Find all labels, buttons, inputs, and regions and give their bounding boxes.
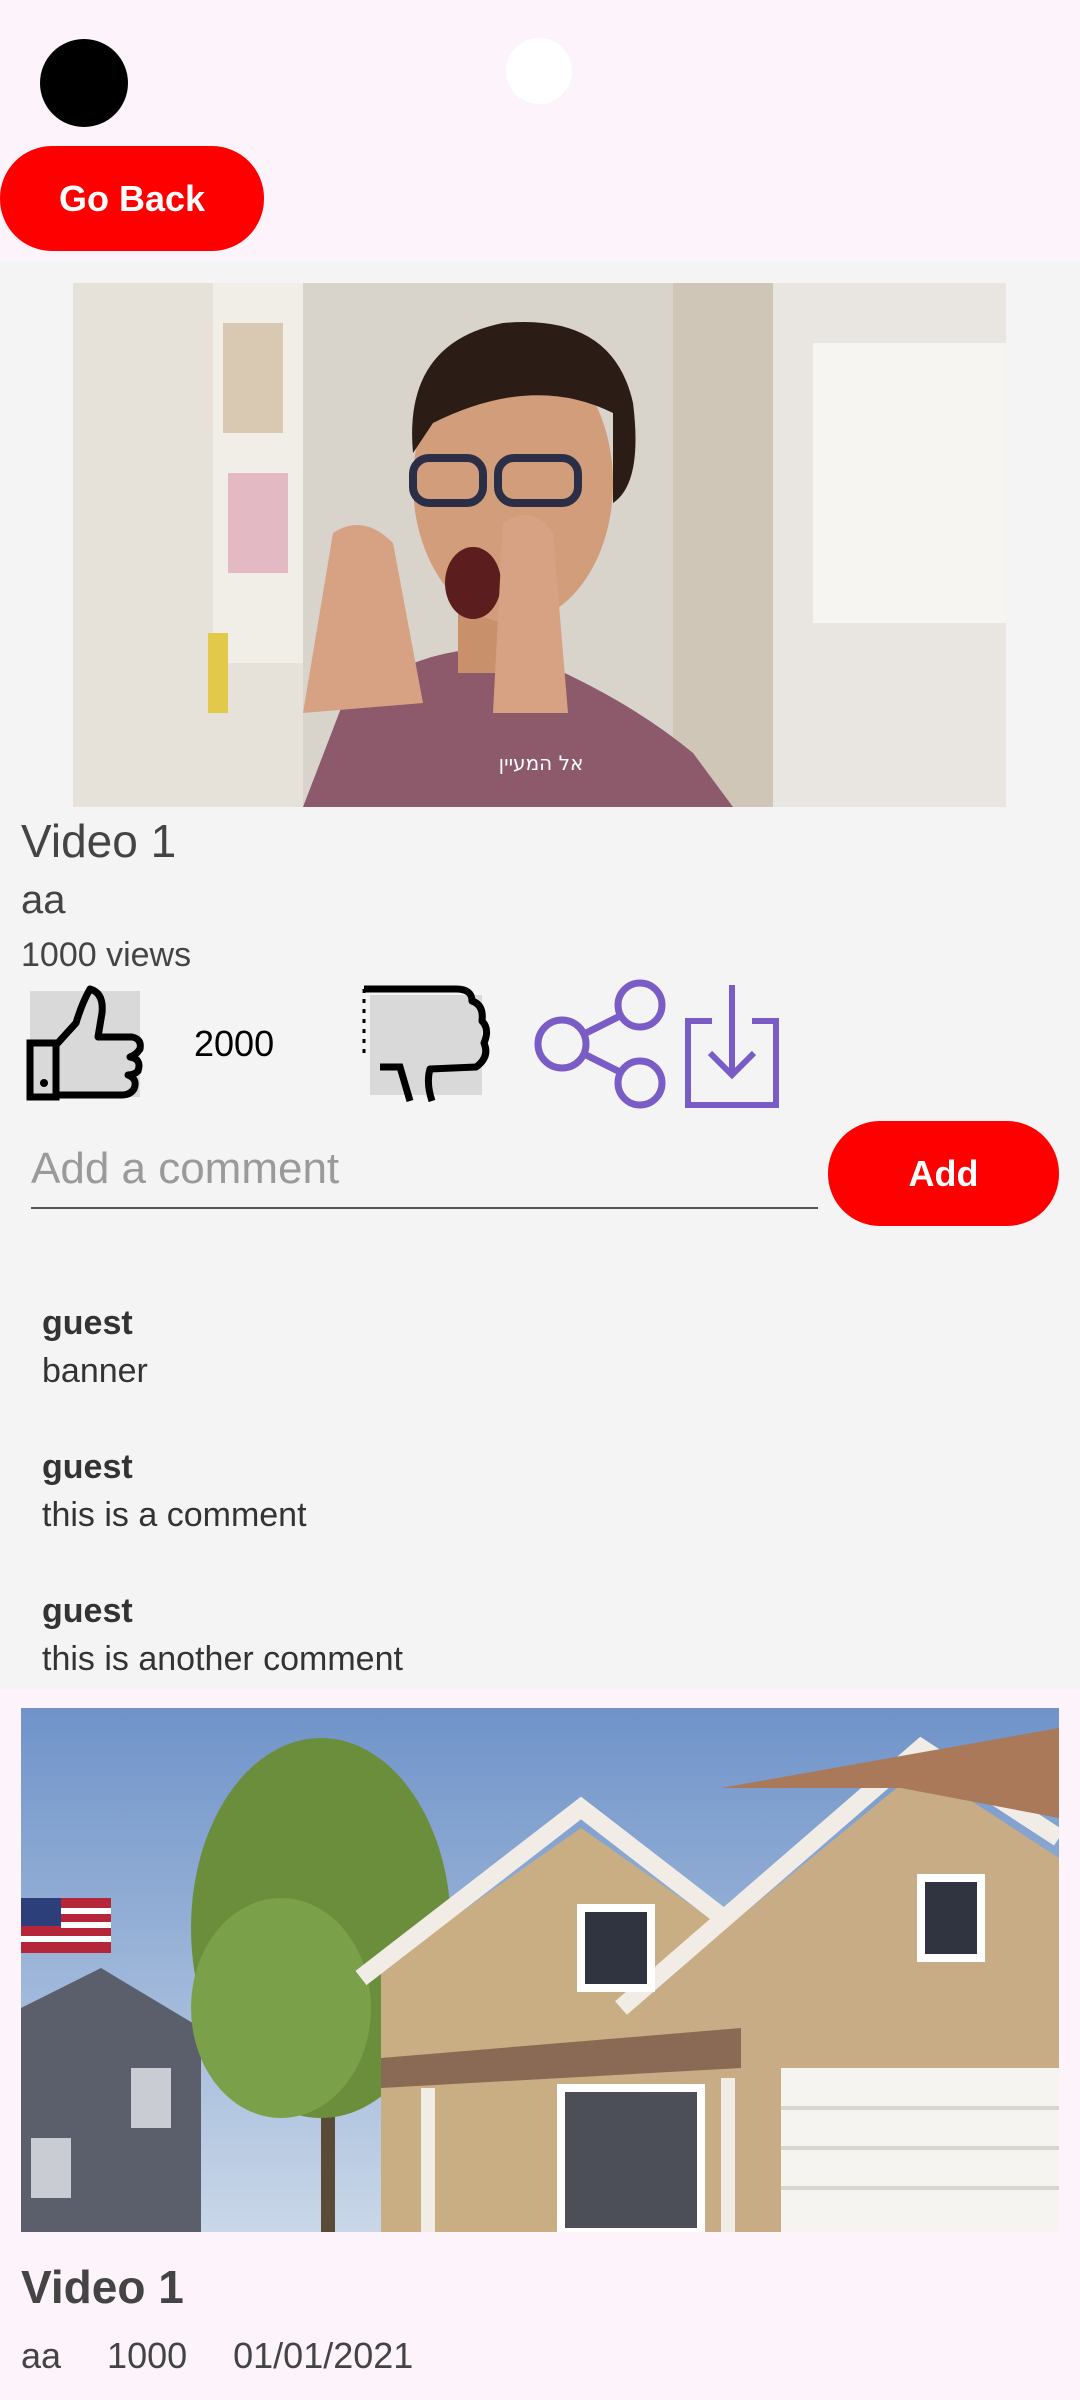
next-video-title[interactable]: Video 1 [21,2260,184,2314]
comment-item: guest this is another comment [42,1589,1042,1671]
comment-item: guest this is a comment [42,1445,1042,1589]
dislike-button[interactable] [360,977,495,1112]
video-title: Video 1 [21,815,177,867]
avatar[interactable] [40,39,128,127]
video-detail-panel: אל המעיין Video 1 aa 1000 views 2000 Add… [0,261,1080,1689]
comment-text: this is a comment [42,1496,307,1534]
like-button[interactable] [24,983,146,1105]
next-video-author: aa [21,2335,62,2376]
video-author: aa [21,878,66,922]
video-player[interactable]: אל המעיין [73,283,1006,807]
comment-author: guest [42,1448,133,1486]
comment-text: this is another comment [42,1640,403,1671]
watch-screen: Go Back אל המעיין Video 1 aa 1000 views … [0,0,1080,2400]
comment-author: guest [42,1592,133,1630]
next-video-meta: aa 1000 01/01/2021 [21,2335,413,2377]
comment-list[interactable]: guest banner guest this is a comment gue… [42,1301,1042,1671]
like-count: 2000 [194,1023,275,1064]
video-caption: אל המעיין [499,751,584,775]
comment-text: banner [42,1352,148,1390]
add-comment-button[interactable]: Add [828,1121,1059,1226]
camera-cutout [506,38,572,104]
comment-item: guest banner [42,1301,1042,1445]
share-button[interactable] [532,979,672,1109]
next-video-views: 1000 [107,2335,188,2376]
thumbs-up-icon [26,985,144,1101]
video-views: 1000 views [21,936,192,974]
share-icon [534,979,666,1109]
comment-author: guest [42,1304,133,1342]
next-video-thumbnail[interactable] [21,1708,1059,2232]
thumbnail-image [21,1708,1059,2232]
next-video-date: 01/01/2021 [233,2335,414,2376]
go-back-button[interactable]: Go Back [0,146,264,251]
download-icon [685,985,779,1108]
download-button[interactable] [682,981,782,1109]
video-frame: אל המעיין [73,283,1006,807]
comment-input[interactable] [31,1131,818,1209]
thumbs-down-icon [362,985,491,1103]
